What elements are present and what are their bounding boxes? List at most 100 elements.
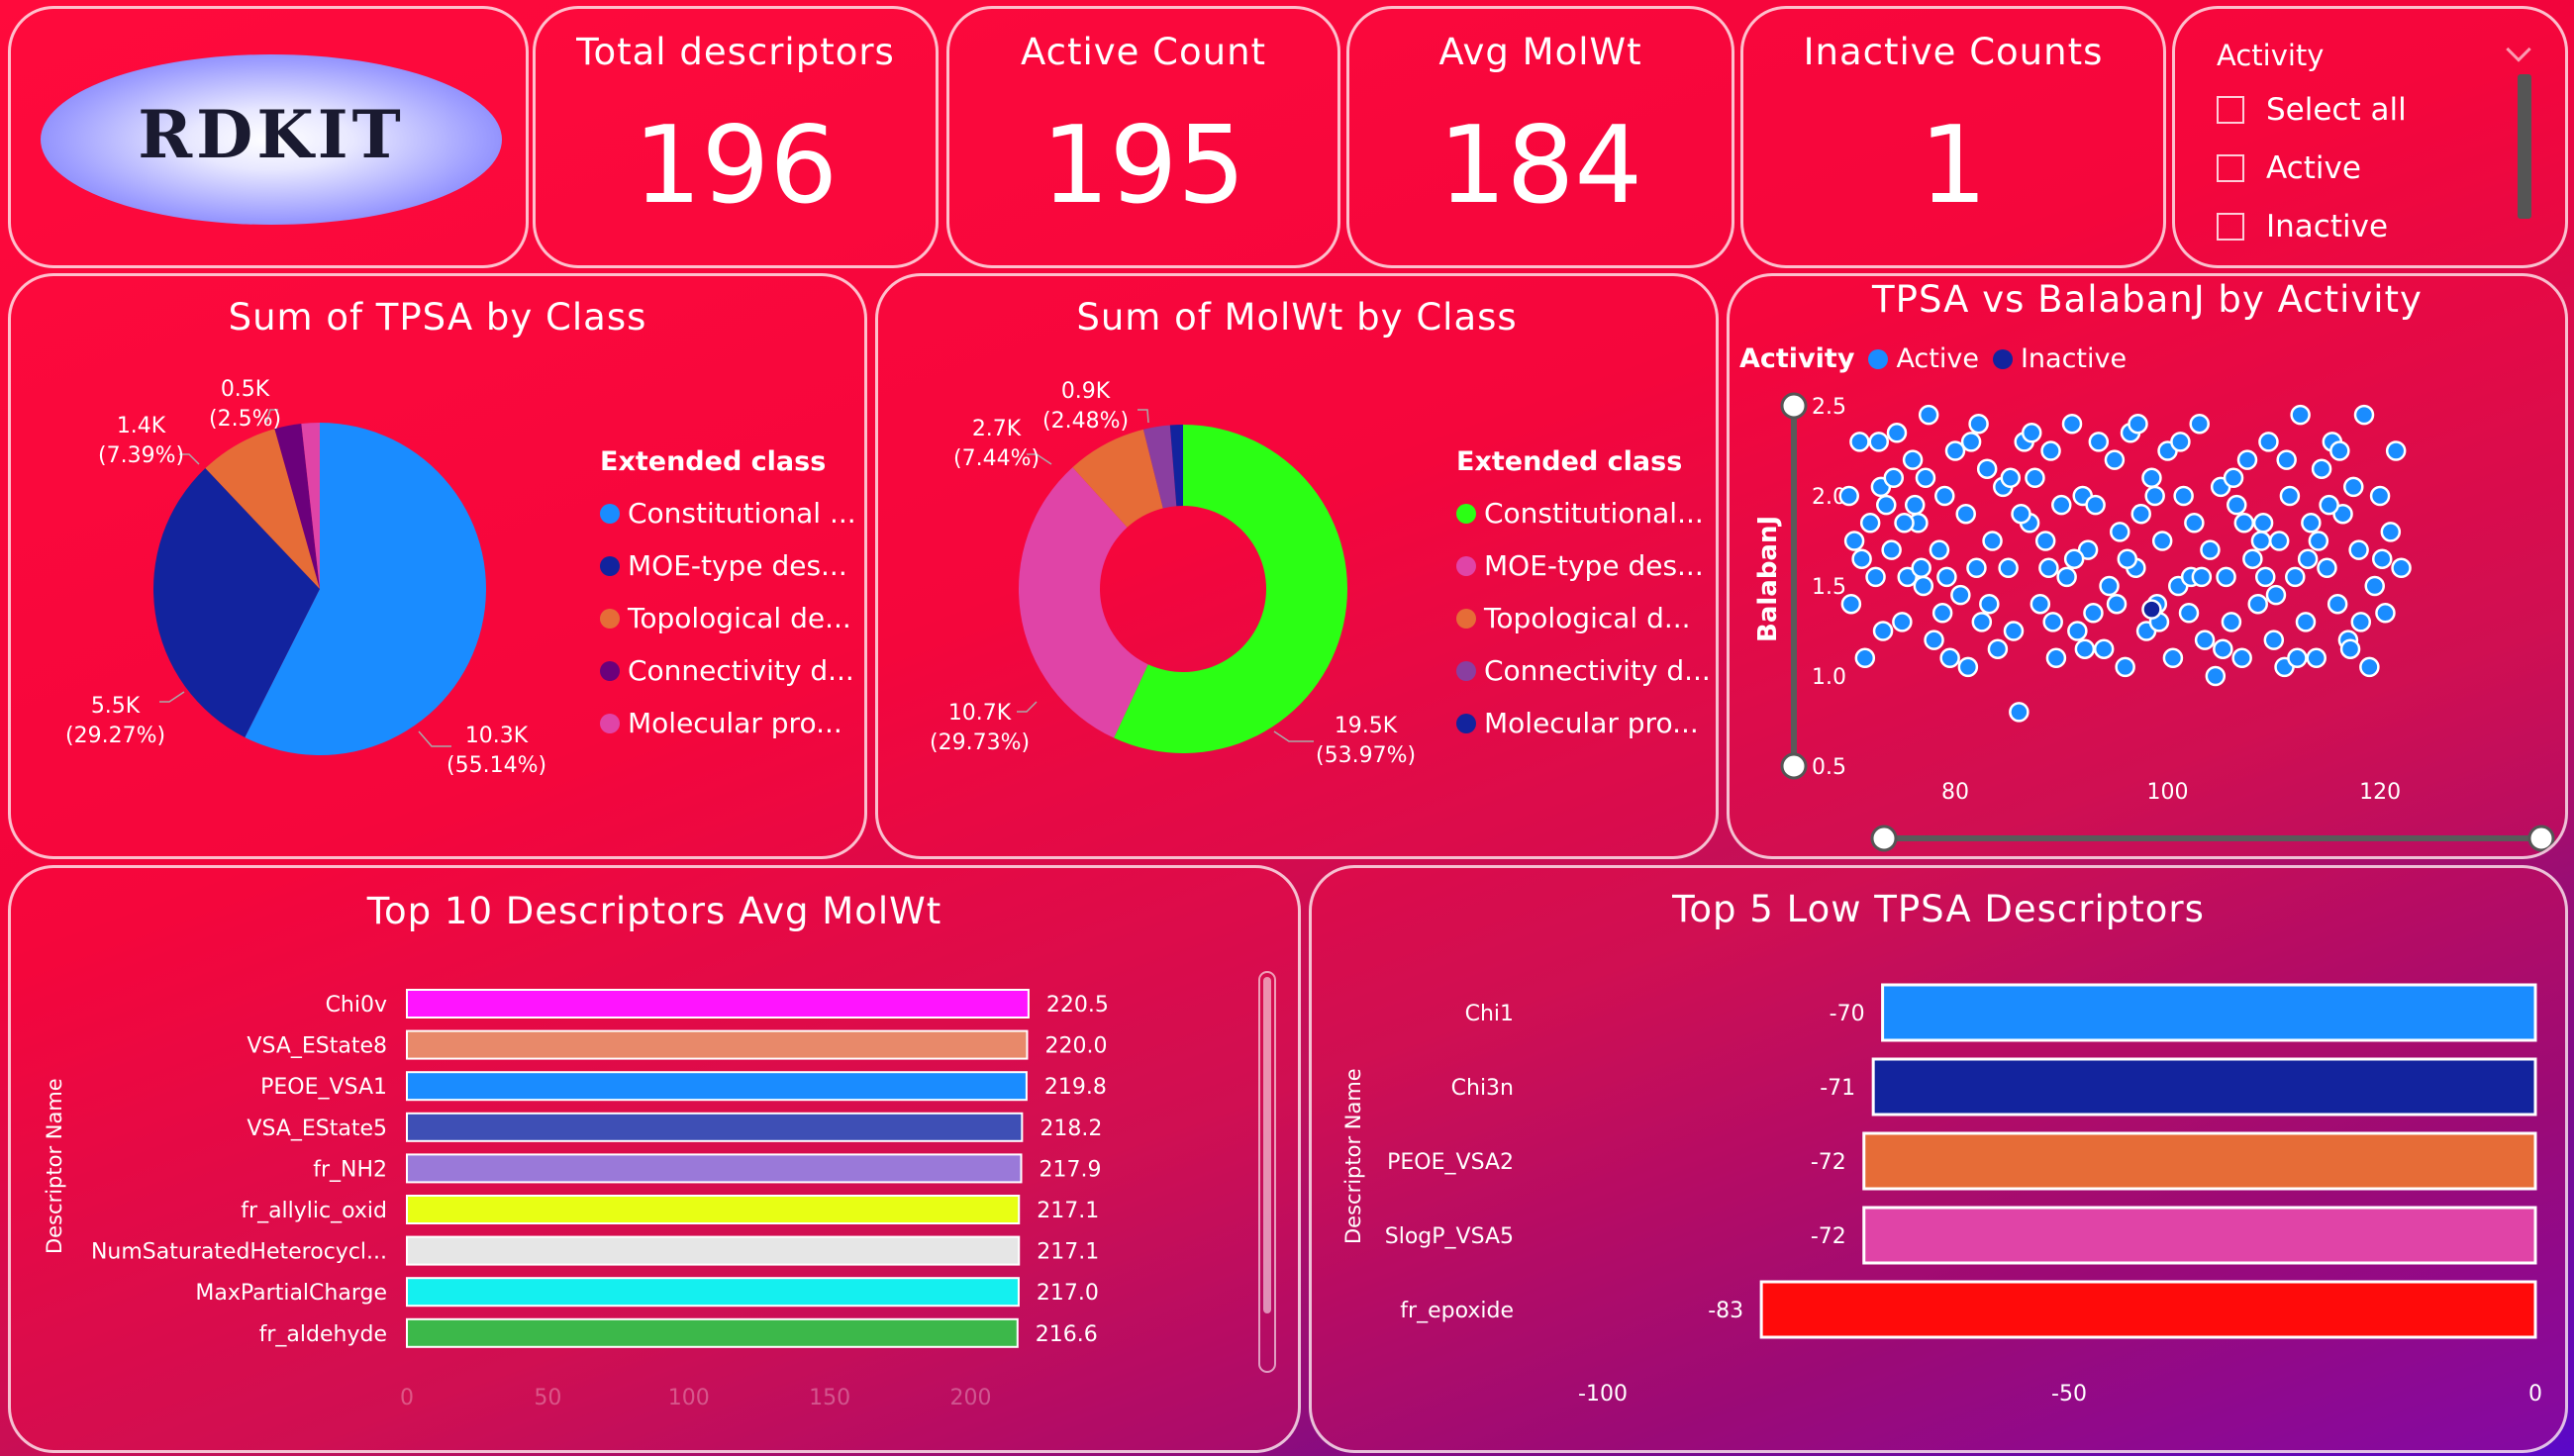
kpi-title: Active Count <box>1020 31 1267 73</box>
data-point <box>2353 404 2375 426</box>
legend-dot <box>600 713 620 733</box>
scatter-plot[interactable]: 2.52.01.51.00.580 100 120 <box>1730 276 2568 859</box>
data-point <box>1939 647 1960 669</box>
data-point <box>2265 584 2287 606</box>
option-label: Select all <box>2266 92 2407 128</box>
data-point <box>2074 638 2096 659</box>
data-point <box>1876 494 1897 516</box>
legend-dot <box>1456 555 1476 576</box>
category-label: PEOE_VSA2 <box>1387 1150 1514 1175</box>
bar <box>406 1235 1021 1266</box>
data-point-inactive <box>2141 599 2162 620</box>
data-point <box>2144 485 2165 507</box>
data-point <box>1851 548 1872 569</box>
data-point <box>2063 548 2085 569</box>
data-label: 19.5K (53.97%) <box>1316 714 1417 768</box>
category-label: Chi3n <box>1451 1076 1514 1101</box>
bar <box>1871 1057 2537 1116</box>
slicer-scrollbar[interactable] <box>2518 74 2531 219</box>
option-label: Inactive <box>2266 209 2389 244</box>
category-label: Chi1 <box>1465 1002 1514 1026</box>
data-point <box>2162 647 2184 669</box>
data-label: 0.9K (2.48%) <box>1042 379 1130 434</box>
x-tick-label: -50 <box>2051 1382 2087 1407</box>
data-point <box>2034 531 2056 551</box>
legend-item[interactable]: Connectivity d... <box>600 654 856 687</box>
legend-item[interactable]: MOE-type des... <box>1456 549 1711 582</box>
legend-item[interactable]: MOE-type des... <box>600 549 856 582</box>
legend-dot <box>600 608 620 629</box>
data-point <box>2110 522 2130 542</box>
scrollbar[interactable] <box>1258 971 1276 1373</box>
legend-item[interactable]: Topological d... <box>1456 602 1711 634</box>
data-point <box>1957 656 1979 678</box>
legend-dot <box>1456 503 1476 524</box>
leader-line <box>1273 730 1314 742</box>
x-tick-label: 120 <box>2359 780 2401 805</box>
bar <box>1881 983 2537 1042</box>
data-point <box>1966 557 1987 579</box>
data-point <box>2385 440 2407 461</box>
chevron-down-icon[interactable] <box>2506 37 2531 62</box>
legend-item[interactable]: Constitutional ... <box>600 497 856 530</box>
legend-item[interactable]: Molecular pro... <box>1456 707 1711 739</box>
data-point <box>2375 603 2396 624</box>
data-point <box>2099 575 2120 597</box>
data-point <box>2319 494 2339 516</box>
data-point <box>1936 566 1957 588</box>
checkbox[interactable] <box>2217 96 2244 124</box>
data-point <box>2369 485 2391 507</box>
y-tick-label: 1.0 <box>1812 665 1846 690</box>
checkbox[interactable] <box>2217 154 2244 182</box>
data-point <box>1904 494 1926 516</box>
slicer-title: Activity <box>2217 39 2325 72</box>
x-tick-label: 200 <box>950 1386 992 1410</box>
data-label: 219.8 <box>1044 1075 1107 1100</box>
data-label: 10.3K (55.14%) <box>446 724 547 778</box>
data-point <box>2295 612 2317 632</box>
data-point <box>2106 593 2128 615</box>
tpsa-pie-card: Sum of TPSA by Class 10.3K (55.14%) 5.5K(… <box>8 273 867 859</box>
data-point <box>2213 638 2233 659</box>
data-point <box>2025 467 2045 489</box>
category-label: fr_aldehyde <box>259 1322 387 1347</box>
data-point <box>1865 566 1886 588</box>
data-point <box>2045 647 2067 669</box>
rdkit-logo: RDKIT <box>41 54 502 225</box>
data-point <box>2009 702 2030 723</box>
data-label: 5.5K (29.27%) <box>65 694 166 748</box>
kpi-title: Inactive Counts <box>1803 31 2104 73</box>
data-point <box>1929 539 1950 560</box>
data-point <box>2141 467 2162 489</box>
data-label: 2.7K (7.44%) <box>953 417 1040 471</box>
legend: Extended class Constitutional... MOE-typ… <box>1456 446 1711 739</box>
legend-dot <box>600 555 620 576</box>
data-point <box>1924 630 1944 650</box>
legend-item[interactable]: Topological de... <box>600 602 856 634</box>
data-label: -71 <box>1820 1076 1855 1101</box>
slicer-option-select-all[interactable]: Select all <box>2217 92 2407 128</box>
low5-bar-chart[interactable]: Chi1 -70 Chi3n -71 PEOE_VSA2 -72 SlogP_VSA5 -72… <box>1312 868 2568 1453</box>
data-point <box>2254 566 2276 588</box>
data-label: 220.5 <box>1046 993 1109 1018</box>
data-point <box>2391 557 2412 579</box>
data-point <box>2173 485 2194 507</box>
legend-item[interactable]: Constitutional... <box>1456 497 1711 530</box>
data-point <box>2083 603 2104 624</box>
category-label: PEOE_VSA1 <box>260 1075 387 1100</box>
y-tick-label: 0.5 <box>1812 755 1846 780</box>
bar <box>1862 1206 2537 1265</box>
data-point <box>2242 548 2263 569</box>
legend-item[interactable]: Connectivity d... <box>1456 654 1711 687</box>
scrollbar-thumb[interactable] <box>1263 977 1271 1313</box>
kpi-card-inactive-counts: Inactive Counts 1 <box>1740 6 2166 268</box>
legend-item[interactable]: Molecular pro... <box>600 707 856 739</box>
data-point <box>2093 638 2115 659</box>
data-label: 216.6 <box>1036 1322 1098 1347</box>
slicer-option-inactive[interactable]: Inactive <box>2217 209 2388 244</box>
checkbox[interactable] <box>2217 213 2244 241</box>
slicer-option-active[interactable]: Active <box>2217 150 2361 186</box>
top10-bar-chart[interactable]: Chi0v 220.5 VSA_EState8 220.0 PEOE_VSA1 219.8… <box>11 868 1301 1453</box>
data-point <box>2371 548 2393 569</box>
data-point <box>1911 557 1931 579</box>
